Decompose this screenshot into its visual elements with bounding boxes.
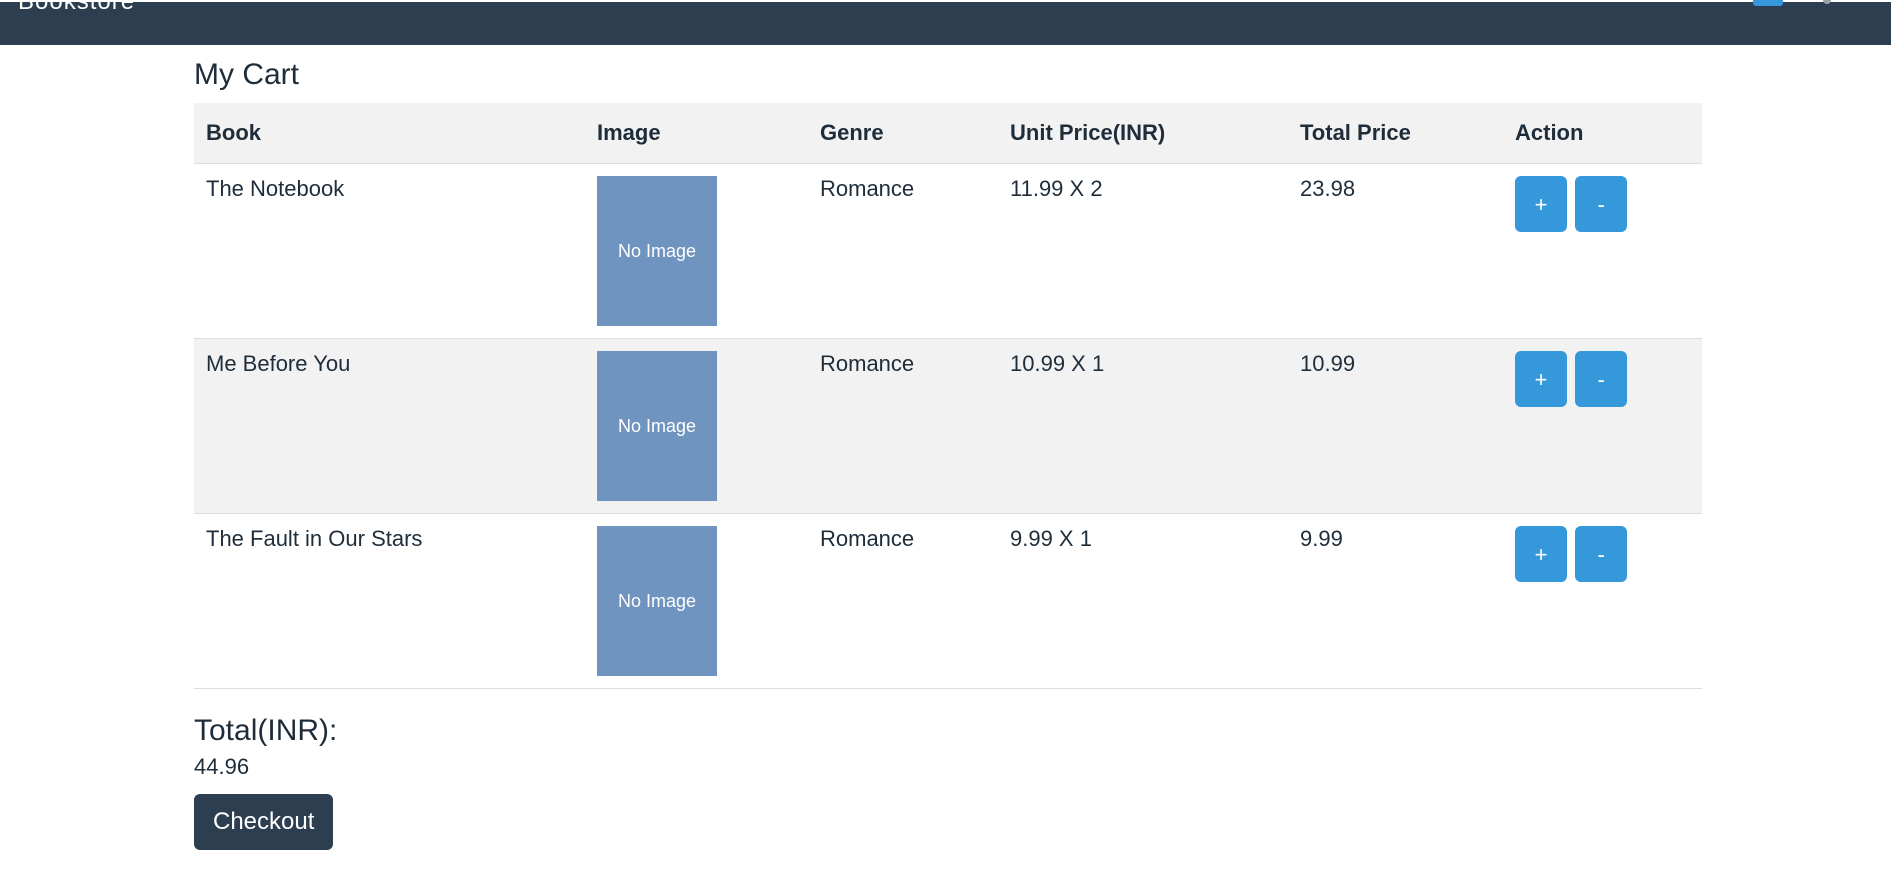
table-header-row: Book Image Genre Unit Price(INR) Total P…: [194, 103, 1702, 164]
cart-table: Book Image Genre Unit Price(INR) Total P…: [194, 103, 1702, 689]
table-row: Me Before You No Image Romance 10.99 X 1…: [194, 338, 1702, 514]
column-header-genre: Genre: [808, 103, 998, 164]
checkout-button[interactable]: Checkout: [194, 794, 334, 850]
action-cell: + -: [1503, 513, 1702, 689]
column-header-unit-price: Unit Price(INR): [998, 103, 1288, 164]
unit-price: 9.99 X 1: [998, 513, 1288, 689]
table-row: The Fault in Our Stars No Image Romance …: [194, 513, 1702, 689]
increase-quantity-button[interactable]: +: [1515, 351, 1567, 407]
column-header-action: Action: [1503, 103, 1702, 164]
top-navbar: Bookstore: [0, 0, 1891, 45]
book-cover-placeholder: No Image: [597, 351, 717, 501]
image-cell: No Image: [585, 338, 808, 514]
unit-price: 11.99 X 2: [998, 163, 1288, 339]
total-price: 10.99: [1288, 338, 1503, 514]
image-cell: No Image: [585, 513, 808, 689]
book-title: Me Before You: [194, 338, 585, 514]
table-row: The Notebook No Image Romance 11.99 X 2 …: [194, 163, 1702, 339]
main-content: My Cart Book Image Genre Unit Price(INR)…: [194, 45, 1702, 850]
column-header-book: Book: [194, 103, 585, 164]
decrease-quantity-button[interactable]: -: [1575, 526, 1628, 582]
book-title: The Fault in Our Stars: [194, 513, 585, 689]
book-cover-placeholder: No Image: [597, 176, 717, 326]
page-title: My Cart: [194, 58, 299, 91]
action-cell: + -: [1503, 163, 1702, 339]
image-cell: No Image: [585, 163, 808, 339]
decrease-quantity-button[interactable]: -: [1575, 176, 1628, 232]
cart-total-value: 44.96: [194, 754, 250, 779]
column-header-image: Image: [585, 103, 808, 164]
increase-quantity-button[interactable]: +: [1515, 526, 1567, 582]
book-genre: Romance: [808, 513, 998, 689]
action-cell: + -: [1503, 338, 1702, 514]
nav-brand[interactable]: Bookstore: [18, 0, 135, 16]
decrease-quantity-button[interactable]: -: [1575, 351, 1628, 407]
book-title: The Notebook: [194, 163, 585, 339]
book-cover-placeholder: No Image: [597, 526, 717, 676]
unit-price: 10.99 X 1: [998, 338, 1288, 514]
total-price: 9.99: [1288, 513, 1503, 689]
book-genre: Romance: [808, 163, 998, 339]
user-menu-icon[interactable]: [1823, 0, 1831, 4]
book-genre: Romance: [808, 338, 998, 514]
nav-right-group: [1753, 0, 1831, 6]
increase-quantity-button[interactable]: +: [1515, 176, 1567, 232]
column-header-total-price: Total Price: [1288, 103, 1503, 164]
total-price: 23.98: [1288, 163, 1503, 339]
cart-badge-icon[interactable]: [1753, 0, 1783, 6]
cart-total-label: Total(INR):: [194, 714, 338, 747]
